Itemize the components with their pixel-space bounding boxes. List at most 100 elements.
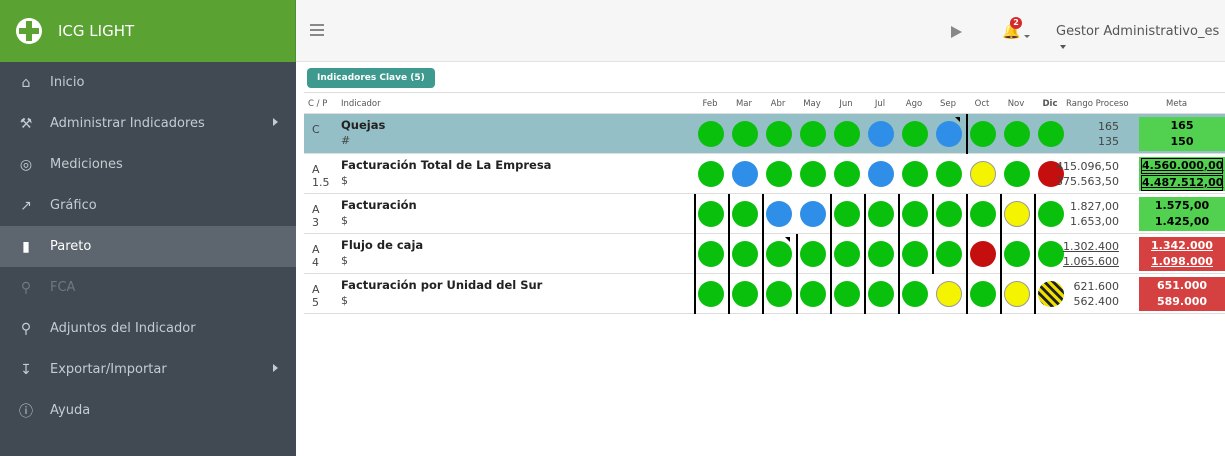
status-dot-green[interactable] bbox=[698, 241, 724, 267]
status-dot-green[interactable] bbox=[902, 161, 928, 187]
meta-cell: 1.342.000 1.098.000 bbox=[1139, 237, 1225, 271]
status-dot-yellow[interactable] bbox=[970, 161, 996, 187]
separator-line bbox=[966, 274, 968, 314]
meta-high: 4.560.000,00 bbox=[1141, 158, 1224, 174]
status-dot-green[interactable] bbox=[834, 161, 860, 187]
sidebar-item-fca[interactable]: ⚲ FCA bbox=[0, 267, 296, 308]
status-dot-green[interactable] bbox=[902, 201, 928, 227]
status-dot-green[interactable] bbox=[970, 201, 996, 227]
status-dot-blue[interactable] bbox=[732, 161, 758, 187]
status-dot-green[interactable] bbox=[834, 241, 860, 267]
status-dot-green[interactable] bbox=[766, 121, 792, 147]
hamburger-menu-icon[interactable] bbox=[310, 24, 324, 39]
meta-high: 1.575,00 bbox=[1154, 199, 1210, 212]
status-dot-green[interactable] bbox=[698, 281, 724, 307]
table-row[interactable]: A3 Facturación $ 1.827,00 1.653,00 1.575… bbox=[304, 194, 1225, 234]
status-dot-green[interactable] bbox=[902, 281, 928, 307]
status-dot-green[interactable] bbox=[800, 281, 826, 307]
status-dot-green[interactable] bbox=[1004, 161, 1030, 187]
sidebar-item-pareto[interactable]: ▮ Pareto bbox=[0, 226, 296, 267]
table-row[interactable]: C Quejas # 165 135 165 150 bbox=[304, 114, 1225, 154]
separator-line bbox=[728, 274, 730, 314]
status-dot-green[interactable] bbox=[732, 281, 758, 307]
status-dot-green[interactable] bbox=[936, 241, 962, 267]
status-dot-blue[interactable] bbox=[766, 201, 792, 227]
sidebar-item-inicio[interactable]: ⌂ Inicio bbox=[0, 62, 296, 103]
status-dot-yellow[interactable] bbox=[936, 281, 962, 307]
status-dot-green[interactable] bbox=[936, 161, 962, 187]
sidebar-item-exportar-importar[interactable]: ↧ Exportar/Importar bbox=[0, 349, 296, 390]
status-dot-blue[interactable] bbox=[868, 161, 894, 187]
separator-line bbox=[830, 194, 832, 234]
status-dot-green[interactable] bbox=[800, 121, 826, 147]
meta-high: 651.000 bbox=[1156, 279, 1208, 292]
cp-weight: 4 bbox=[312, 256, 319, 269]
range-high: 1.827,00 bbox=[1070, 200, 1119, 213]
column-header-indicator: Indicador bbox=[341, 99, 381, 109]
status-dot-yellow[interactable] bbox=[1004, 201, 1030, 227]
status-dot-green[interactable] bbox=[698, 121, 724, 147]
sidebar-item-adjuntos[interactable]: ⚲ Adjuntos del Indicador bbox=[0, 308, 296, 349]
status-dot-green[interactable] bbox=[698, 161, 724, 187]
sidebar-item-administrar-indicadores[interactable]: ⚒ Administrar Indicadores bbox=[0, 103, 296, 144]
status-dot-red[interactable] bbox=[970, 241, 996, 267]
status-dot-green[interactable] bbox=[800, 161, 826, 187]
status-dot-green[interactable] bbox=[732, 201, 758, 227]
status-dot-green[interactable] bbox=[868, 201, 894, 227]
status-dot-green[interactable] bbox=[868, 241, 894, 267]
separator-line bbox=[1034, 194, 1036, 234]
sidebar-item-mediciones[interactable]: ◎ Mediciones bbox=[0, 144, 296, 185]
comment-flag-icon bbox=[955, 117, 960, 122]
indicator-name[interactable]: Flujo de caja bbox=[341, 238, 423, 252]
range-low: 135 bbox=[1098, 135, 1119, 148]
meta-cell: 651.000 589.000 bbox=[1139, 277, 1225, 311]
status-dot-green[interactable] bbox=[1004, 121, 1030, 147]
table-row[interactable]: A 1.5 Facturación Total de La Empresa $ 4… bbox=[304, 154, 1225, 194]
range-high: 1.302.400 bbox=[1063, 240, 1119, 253]
line-chart-icon: ↗ bbox=[20, 197, 32, 214]
tab-indicadores-clave[interactable]: Indicadores Clave (5) bbox=[307, 68, 435, 88]
play-icon[interactable] bbox=[951, 26, 962, 38]
sidebar-item-label: Ayuda bbox=[50, 403, 91, 418]
status-dot-green[interactable] bbox=[1004, 241, 1030, 267]
indicator-name[interactable]: Facturación por Unidad del Sur bbox=[341, 278, 542, 292]
status-dot-green[interactable] bbox=[732, 241, 758, 267]
status-dot-green[interactable] bbox=[868, 281, 894, 307]
status-dot-yellow[interactable] bbox=[1004, 281, 1030, 307]
indicator-unit: $ bbox=[341, 214, 348, 227]
status-dot-blue[interactable] bbox=[800, 201, 826, 227]
status-dot-green[interactable] bbox=[800, 241, 826, 267]
indicator-name[interactable]: Facturación Total de La Empresa bbox=[341, 158, 551, 172]
status-dot-blue[interactable] bbox=[868, 121, 894, 147]
status-dot-green[interactable] bbox=[766, 241, 792, 267]
column-header-range: Rango Proceso bbox=[1066, 99, 1129, 109]
status-dot-blue[interactable] bbox=[936, 121, 962, 147]
cp-cell: A4 bbox=[312, 243, 320, 269]
indicator-name[interactable]: Facturación bbox=[341, 198, 417, 212]
status-dot-green[interactable] bbox=[834, 121, 860, 147]
chevron-down-icon[interactable] bbox=[1024, 35, 1030, 38]
status-dot-green[interactable] bbox=[698, 201, 724, 227]
column-header-month: Ago bbox=[905, 99, 923, 109]
table-row[interactable]: A5 Facturación por Unidad del Sur $ 621.… bbox=[304, 274, 1225, 314]
status-dot-green[interactable] bbox=[970, 281, 996, 307]
status-dot-green[interactable] bbox=[902, 241, 928, 267]
status-dot-green[interactable] bbox=[766, 281, 792, 307]
indicator-name[interactable]: Quejas bbox=[341, 118, 385, 132]
separator-line bbox=[762, 274, 764, 314]
cp-value: A bbox=[312, 163, 320, 176]
brand-header[interactable]: ICG LIGHT bbox=[0, 0, 296, 62]
status-dot-green[interactable] bbox=[834, 201, 860, 227]
separator-line bbox=[898, 234, 900, 274]
status-dot-green[interactable] bbox=[936, 201, 962, 227]
sidebar-item-grafico[interactable]: ↗ Gráfico bbox=[0, 185, 296, 226]
user-menu[interactable]: Gestor Administrativo_es bbox=[1056, 24, 1225, 54]
status-dot-green[interactable] bbox=[766, 161, 792, 187]
table-row[interactable]: A4 Flujo de caja $ 1.302.400 1.065.600 1… bbox=[304, 234, 1225, 274]
sidebar-item-label: Exportar/Importar bbox=[50, 362, 167, 377]
status-dot-green[interactable] bbox=[732, 121, 758, 147]
status-dot-green[interactable] bbox=[834, 281, 860, 307]
status-dot-green[interactable] bbox=[902, 121, 928, 147]
sidebar-item-ayuda[interactable]: ⓘ Ayuda bbox=[0, 390, 296, 431]
status-dot-green[interactable] bbox=[970, 121, 996, 147]
